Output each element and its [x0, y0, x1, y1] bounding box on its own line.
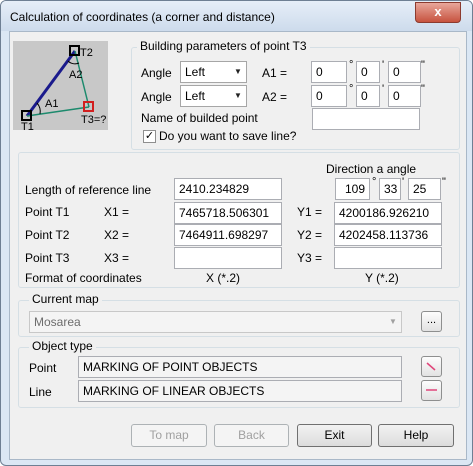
- diagram-label-t3: T3=?: [81, 114, 107, 126]
- point-t2-label: Point T2: [25, 228, 70, 242]
- point-name-label: Name of builded point: [141, 111, 258, 125]
- a1-label: A1 =: [262, 66, 288, 80]
- exit-button[interactable]: Exit: [297, 424, 372, 447]
- minute-symbol: ': [382, 59, 385, 71]
- point-style-icon: [426, 362, 436, 371]
- degree-symbol: °: [349, 83, 354, 95]
- x2-label: X2 =: [104, 228, 130, 242]
- point-style-button[interactable]: [421, 356, 442, 377]
- reference-length-input[interactable]: 2410.234829: [174, 178, 282, 200]
- object-type-legend: Object type: [29, 339, 96, 353]
- to-map-button[interactable]: To map: [131, 424, 207, 447]
- second-symbol: ": [421, 59, 425, 71]
- second-symbol: ": [442, 176, 446, 188]
- point-type-field: MARKING OF POINT OBJECTS: [78, 356, 402, 378]
- angle2-combo[interactable]: Left ▼: [180, 85, 247, 107]
- point-t1-label: Point T1: [25, 205, 70, 219]
- angle2-value: Left: [185, 89, 206, 103]
- x3-input[interactable]: [174, 247, 282, 269]
- a1-sec-input[interactable]: 0: [388, 61, 421, 83]
- direction-angle-label: Direction a angle: [326, 162, 417, 176]
- degree-symbol: °: [349, 59, 354, 71]
- angle1-value: Left: [185, 65, 206, 79]
- close-icon: x: [434, 4, 442, 19]
- x1-input[interactable]: 7465718.506301: [174, 202, 282, 224]
- angle1-combo[interactable]: Left ▼: [180, 61, 247, 83]
- point-type-label: Point: [29, 361, 57, 375]
- coordinate-format-label: Format of coordinates: [25, 271, 142, 285]
- x1-label: X1 =: [104, 205, 130, 219]
- a2-sec-input[interactable]: 0: [388, 85, 421, 107]
- line-style-button[interactable]: [421, 380, 442, 401]
- dialog-client: T2 A2 A1 T1 T3=? Building parameters of …: [9, 31, 467, 460]
- line-type-label: Line: [29, 385, 52, 399]
- direction-deg-input[interactable]: 109: [335, 178, 370, 200]
- triangle-diagram: T2 A2 A1 T1 T3=?: [13, 41, 108, 133]
- current-map-combo[interactable]: Mosarea ▼: [29, 311, 402, 333]
- second-symbol: ": [421, 83, 425, 95]
- diagram-label-t2: T2: [80, 47, 93, 59]
- angle2-label: Angle: [141, 90, 172, 104]
- y1-label: Y1 =: [297, 205, 323, 219]
- help-button[interactable]: Help: [378, 424, 454, 447]
- degree-symbol: °: [372, 176, 377, 188]
- diagram-label-t1: T1: [21, 121, 34, 133]
- x2-input[interactable]: 7464911.698297: [174, 224, 282, 246]
- dialog-window: Calculation of coordinates (a corner and…: [0, 0, 473, 466]
- minute-symbol: ': [402, 176, 405, 188]
- line-style-icon: [426, 389, 437, 391]
- a2-deg-input[interactable]: 0: [311, 85, 347, 107]
- y2-label: Y2 =: [297, 228, 323, 242]
- direction-min-input[interactable]: 33: [379, 178, 401, 200]
- point-name-input[interactable]: [312, 108, 420, 130]
- current-map-value: Mosarea: [34, 315, 81, 329]
- save-line-label[interactable]: Do you want to save line?: [159, 129, 296, 143]
- y3-label: Y3 =: [297, 251, 323, 265]
- line-type-field: MARKING OF LINEAR OBJECTS: [78, 380, 402, 402]
- x3-label: X3 =: [104, 251, 130, 265]
- a2-min-input[interactable]: 0: [356, 85, 380, 107]
- title-bar: Calculation of coordinates (a corner and…: [1, 1, 472, 31]
- current-map-legend: Current map: [29, 292, 102, 306]
- back-button[interactable]: Back: [214, 424, 289, 447]
- y2-input[interactable]: 4202458.113736: [334, 224, 442, 246]
- y-format-label: Y (*.2): [365, 271, 399, 285]
- window-title: Calculation of coordinates (a corner and…: [10, 10, 275, 24]
- minute-symbol: ': [382, 83, 385, 95]
- browse-map-button[interactable]: ...: [421, 311, 442, 332]
- diagram-label-a2: A2: [69, 69, 83, 81]
- point-t3-label: Point T3: [25, 251, 70, 265]
- diagram-label-a1: A1: [45, 98, 59, 110]
- a1-min-input[interactable]: 0: [356, 61, 380, 83]
- chevron-down-icon: ▼: [234, 67, 242, 76]
- y3-input[interactable]: [334, 247, 442, 269]
- angle1-label: Angle: [141, 66, 172, 80]
- building-params-legend: Building parameters of point T3: [137, 39, 310, 53]
- a1-deg-input[interactable]: 0: [311, 61, 347, 83]
- a2-label: A2 =: [262, 90, 288, 104]
- x-format-label: X (*.2): [206, 271, 241, 285]
- chevron-down-icon: ▼: [234, 91, 242, 100]
- save-line-checkbox[interactable]: ✓: [143, 130, 156, 143]
- direction-sec-input[interactable]: 25: [408, 178, 441, 200]
- chevron-down-icon: ▼: [389, 317, 397, 326]
- reference-length-label: Length of reference line: [25, 183, 152, 197]
- close-button[interactable]: x: [415, 2, 461, 23]
- y1-input[interactable]: 4200186.926210: [334, 202, 442, 224]
